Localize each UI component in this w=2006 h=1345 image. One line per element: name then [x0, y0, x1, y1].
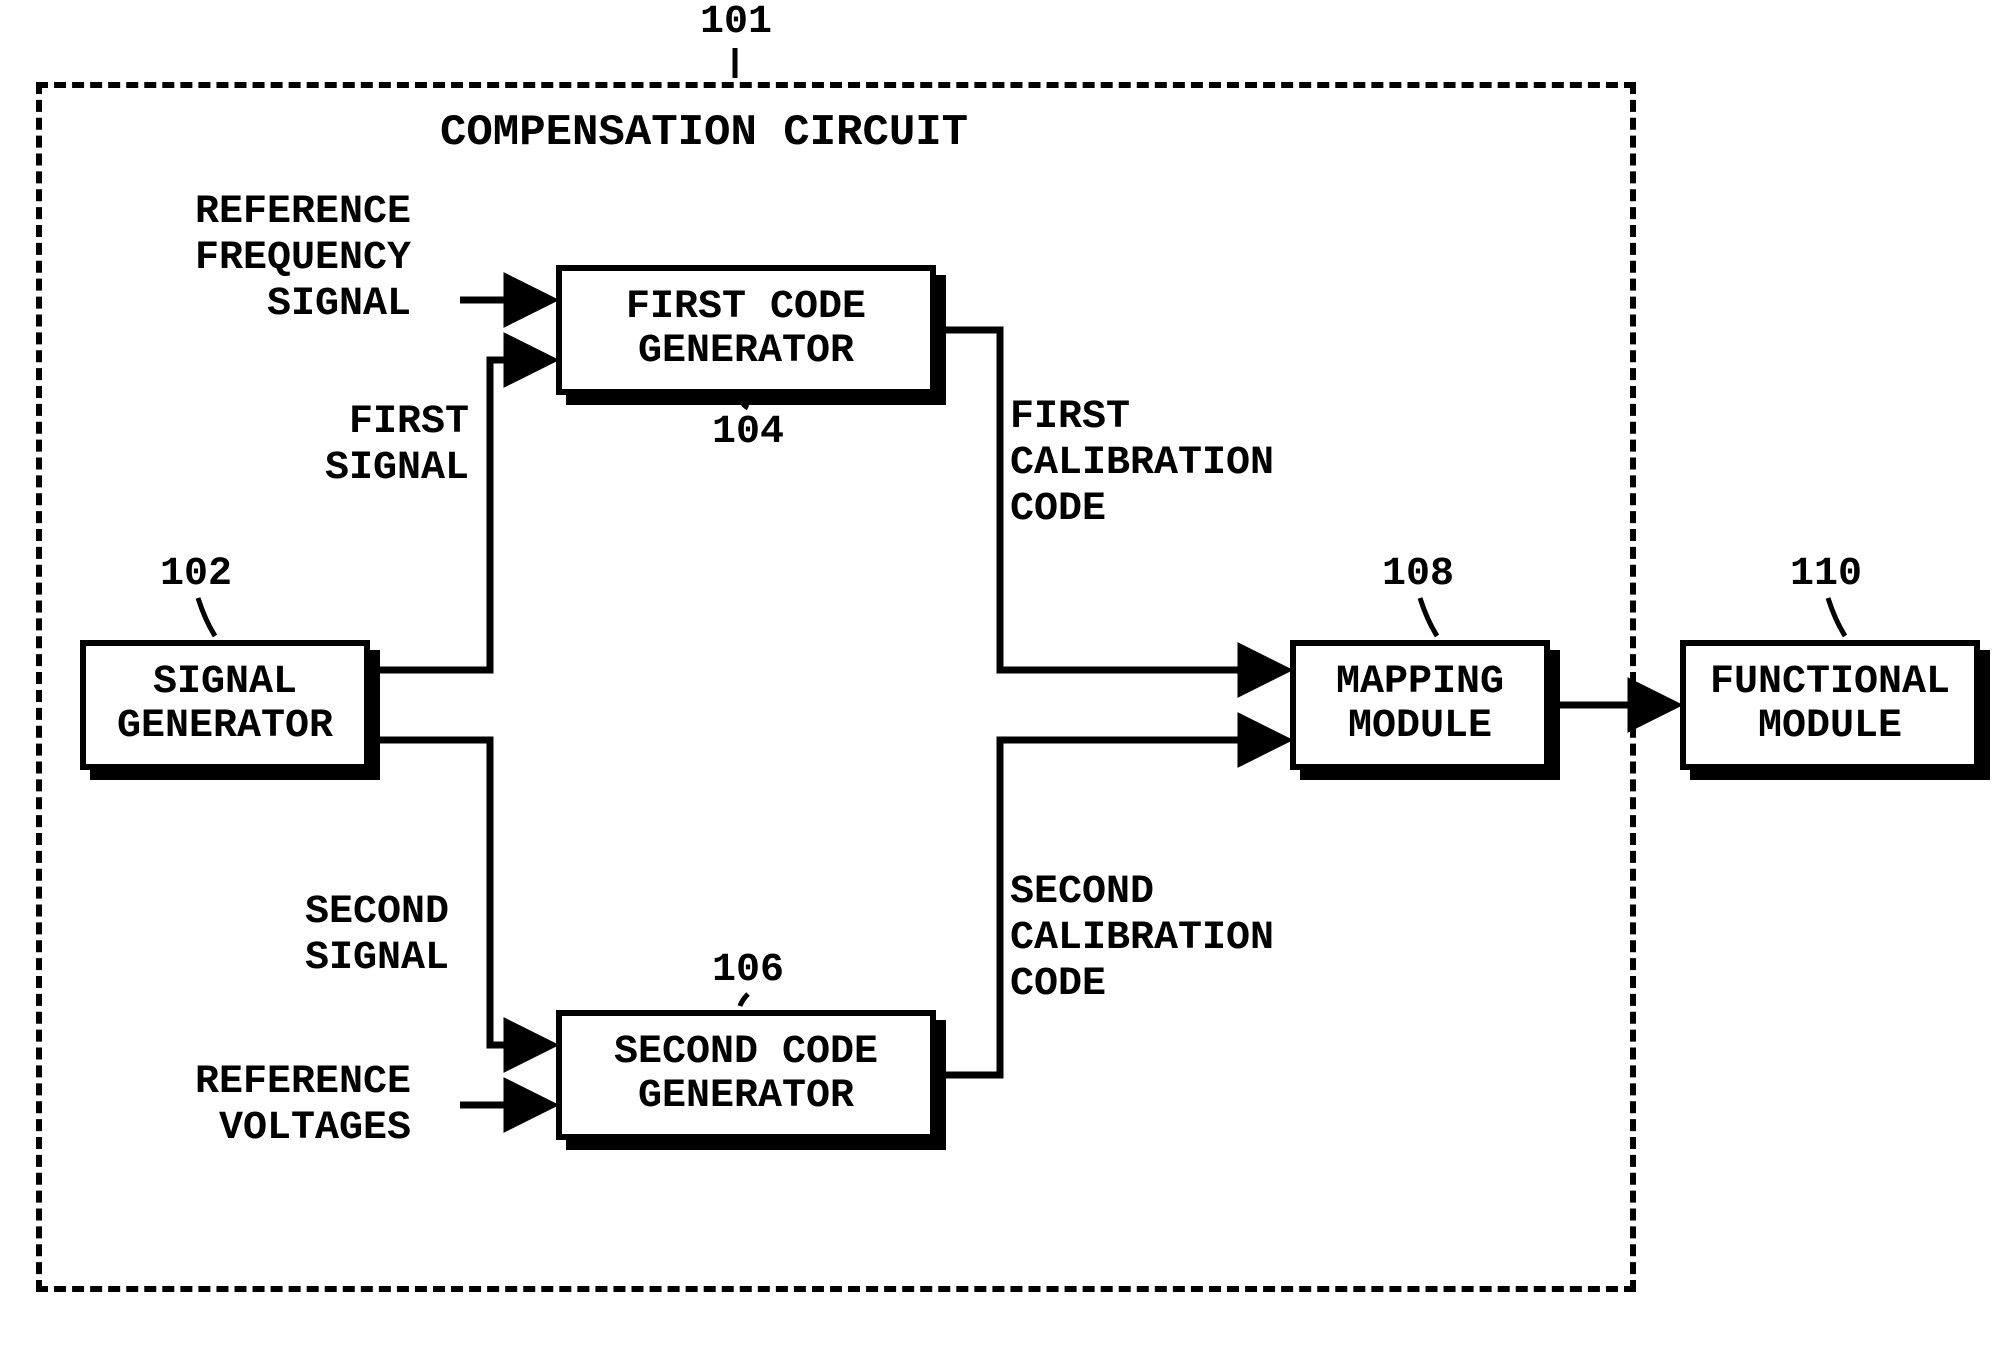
second-code-generator-ref: 106	[712, 948, 784, 994]
second-signal-label: SECOND SIGNAL	[305, 890, 449, 982]
functional-module-block: FUNCTIONAL MODULE	[1680, 640, 1980, 770]
first-code-generator-label: FIRST CODE GENERATOR	[556, 265, 936, 395]
first-code-generator-block: FIRST CODE GENERATOR	[556, 265, 936, 395]
functional-module-ref: 110	[1790, 552, 1862, 598]
mapping-module-ref: 108	[1382, 552, 1454, 598]
mapping-module-label: MAPPING MODULE	[1290, 640, 1550, 770]
second-code-generator-label: SECOND CODE GENERATOR	[556, 1010, 936, 1140]
first-signal-label: FIRST SIGNAL	[325, 400, 469, 492]
functional-module-label: FUNCTIONAL MODULE	[1680, 640, 1980, 770]
signal-generator-ref: 102	[160, 552, 232, 598]
outer-ref-label: 101	[700, 0, 772, 46]
second-cal-label: SECOND CALIBRATION CODE	[1010, 870, 1274, 1008]
mapping-module-block: MAPPING MODULE	[1290, 640, 1550, 770]
second-code-generator-block: SECOND CODE GENERATOR	[556, 1010, 936, 1140]
signal-generator-block: SIGNAL GENERATOR	[80, 640, 370, 770]
compensation-circuit-title: COMPENSATION CIRCUIT	[440, 108, 968, 159]
signal-generator-label: SIGNAL GENERATOR	[80, 640, 370, 770]
ref-volt-label: REFERENCE VOLTAGES	[195, 1060, 411, 1152]
ref-freq-label: REFERENCE FREQUENCY SIGNAL	[195, 190, 411, 328]
first-cal-label: FIRST CALIBRATION CODE	[1010, 395, 1274, 533]
diagram-canvas: 101 COMPENSATION CIRCUIT SIGNAL GENERATO…	[0, 0, 2006, 1345]
first-code-generator-ref: 104	[712, 410, 784, 456]
